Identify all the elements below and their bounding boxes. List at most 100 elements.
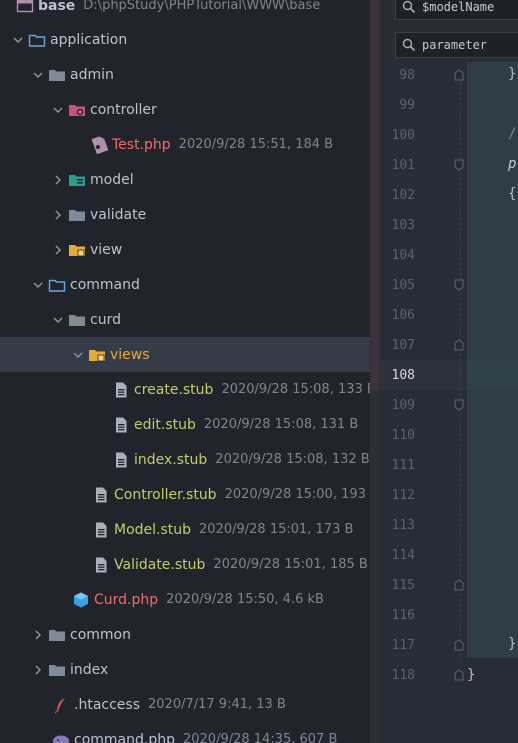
tree-row-index-stub[interactable]: index.stub 2020/9/28 15:08, 132 B (0, 442, 370, 477)
text-file-icon (92, 521, 110, 539)
chevron-down-icon[interactable] (52, 104, 64, 116)
line-112: 112 (391, 487, 415, 503)
tree-row-label: command (70, 276, 140, 293)
tree-row-meta: 2020/9/28 15:08, 131 B (203, 417, 359, 432)
chevron-right-icon[interactable] (32, 629, 44, 641)
line-111: 111 (391, 457, 415, 473)
line-116: 116 (391, 607, 415, 623)
line-108: 108 (391, 367, 415, 383)
tree-scrollbar[interactable] (370, 0, 381, 743)
chevron-down-icon[interactable] (12, 34, 24, 46)
tree-row-label: create.stub (134, 381, 214, 398)
folder-outline-icon (48, 276, 66, 294)
fold-end-icon[interactable] (454, 639, 464, 651)
code-text: / (508, 126, 517, 142)
tree-row-label: common (70, 626, 131, 643)
text-file-icon (112, 416, 130, 434)
chevron-right-icon[interactable] (52, 244, 64, 256)
tree-row-base[interactable]: base D:\phpStudy\PHPTutorial\WWW\base (0, 0, 370, 23)
chevron-right-icon[interactable] (52, 209, 64, 221)
scrollbar-highlight (370, 0, 381, 390)
tree-row-label: index.stub (134, 451, 208, 468)
fold-end-icon[interactable] (454, 69, 464, 81)
text-file-icon (92, 556, 110, 574)
line-106: 106 (391, 307, 415, 323)
tree-row-command-php[interactable]: command.php 2020/9/28 14:35, 607 B (0, 722, 370, 743)
tree-row-validate-stub[interactable]: Validate.stub 2020/9/28 15:01, 185 B (0, 547, 370, 582)
tree-row-views[interactable]: views (0, 337, 370, 372)
line-113: 113 (391, 517, 415, 533)
tree-row-htaccess[interactable]: .htaccess 2020/7/17 9:41, 13 B (0, 687, 370, 722)
tree-row-controller-stub[interactable]: Controller.stub 2020/9/28 15:00, 193 B (0, 477, 370, 512)
chevron-right-icon[interactable] (52, 174, 64, 186)
tree-row-label: controller (90, 101, 157, 118)
tree-row-label: admin (70, 66, 114, 83)
fold-start-icon[interactable] (454, 159, 464, 171)
chevron-down-icon[interactable] (32, 279, 44, 291)
tree-row-label: views (110, 346, 150, 363)
tree-row-curd-php[interactable]: Curd.php 2020/9/28 15:50, 4.6 kB (0, 582, 370, 617)
tree-row-label: application (50, 31, 128, 48)
fold-start-icon[interactable] (454, 399, 464, 411)
fold-end-icon[interactable] (454, 579, 464, 591)
tree-row-label: Controller.stub (114, 486, 217, 503)
fold-start-icon[interactable] (454, 279, 464, 291)
tree-row-controller[interactable]: controller (0, 92, 370, 127)
chevron-down-icon[interactable] (72, 349, 84, 361)
tree-row-common[interactable]: common (0, 617, 370, 652)
search-box-text: parameter (422, 38, 488, 52)
tree-row-label: Test.php (112, 136, 171, 153)
tree-row-meta: 2020/9/28 15:50, 4.6 kB (166, 592, 324, 607)
code-text: } (508, 636, 517, 652)
fold-end-icon[interactable] (454, 339, 464, 351)
tree-row-test-php[interactable]: Test.php 2020/9/28 15:51, 184 B (0, 127, 370, 162)
tree-row-meta: 2020/9/28 15:01, 173 B (199, 522, 354, 537)
view-folder-icon (68, 241, 86, 259)
text-file-icon (112, 451, 130, 469)
tree-row-validate[interactable]: validate (0, 197, 370, 232)
tree-row-label: command.php (74, 731, 175, 743)
tree-row-index[interactable]: index (0, 652, 370, 687)
chevron-right-icon[interactable] (32, 664, 44, 676)
tree-row-curd[interactable]: curd (0, 302, 370, 337)
tree-row-meta: D:\phpStudy\PHPTutorial\WWW\base (83, 0, 321, 13)
folder-icon (48, 661, 66, 679)
tree-row-edit-stub[interactable]: edit.stub 2020/9/28 15:08, 131 B (0, 407, 370, 442)
php-file-icon (90, 135, 108, 154)
tree-row-create-stub[interactable]: create.stub 2020/9/28 15:08, 133 B (0, 372, 370, 407)
search-box-model-name[interactable]: $modelName (395, 0, 518, 20)
project-tree: base D:\phpStudy\PHPTutorial\WWW\base ap… (0, 0, 370, 743)
folder-icon (48, 66, 66, 84)
tree-row-command[interactable]: command (0, 267, 370, 302)
model-folder-icon (68, 171, 86, 189)
folder-outline-icon (28, 31, 46, 49)
code-text: p (508, 156, 517, 172)
tree-row-model[interactable]: model (0, 162, 370, 197)
tree-row-admin[interactable]: admin (0, 57, 370, 92)
chevron-down-icon[interactable] (52, 314, 64, 326)
tree-row-label: curd (90, 311, 121, 328)
folder-icon (68, 311, 86, 329)
search-box-text: $modelName (422, 0, 495, 14)
tree-row-view[interactable]: view (0, 232, 370, 267)
tree-row-meta: 2020/9/28 15:08, 132 B (215, 452, 370, 467)
search-icon (402, 0, 416, 14)
tree-row-label: Curd.php (94, 591, 159, 608)
fold-end-icon[interactable] (454, 669, 464, 681)
code-text: } (508, 66, 517, 82)
line-100: 100 (391, 127, 415, 143)
chevron-down-icon[interactable] (32, 69, 44, 81)
php-elephant-icon (52, 731, 70, 743)
tree-row-meta: 2020/9/28 15:08, 133 B (221, 382, 370, 397)
tree-row-model-stub[interactable]: Model.stub 2020/9/28 15:01, 173 B (0, 512, 370, 547)
project-folder-icon (16, 0, 34, 15)
tree-row-label: .htaccess (74, 696, 140, 713)
tree-row-label: edit.stub (134, 416, 196, 433)
tree-row-label: base (38, 0, 76, 14)
search-box-parameter[interactable]: parameter (395, 32, 518, 58)
tree-row-application[interactable]: application (0, 22, 370, 57)
line-99: 99 (399, 97, 415, 113)
tree-row-label: view (90, 241, 123, 258)
view-folder-icon (88, 346, 106, 364)
feather-icon (52, 696, 70, 714)
